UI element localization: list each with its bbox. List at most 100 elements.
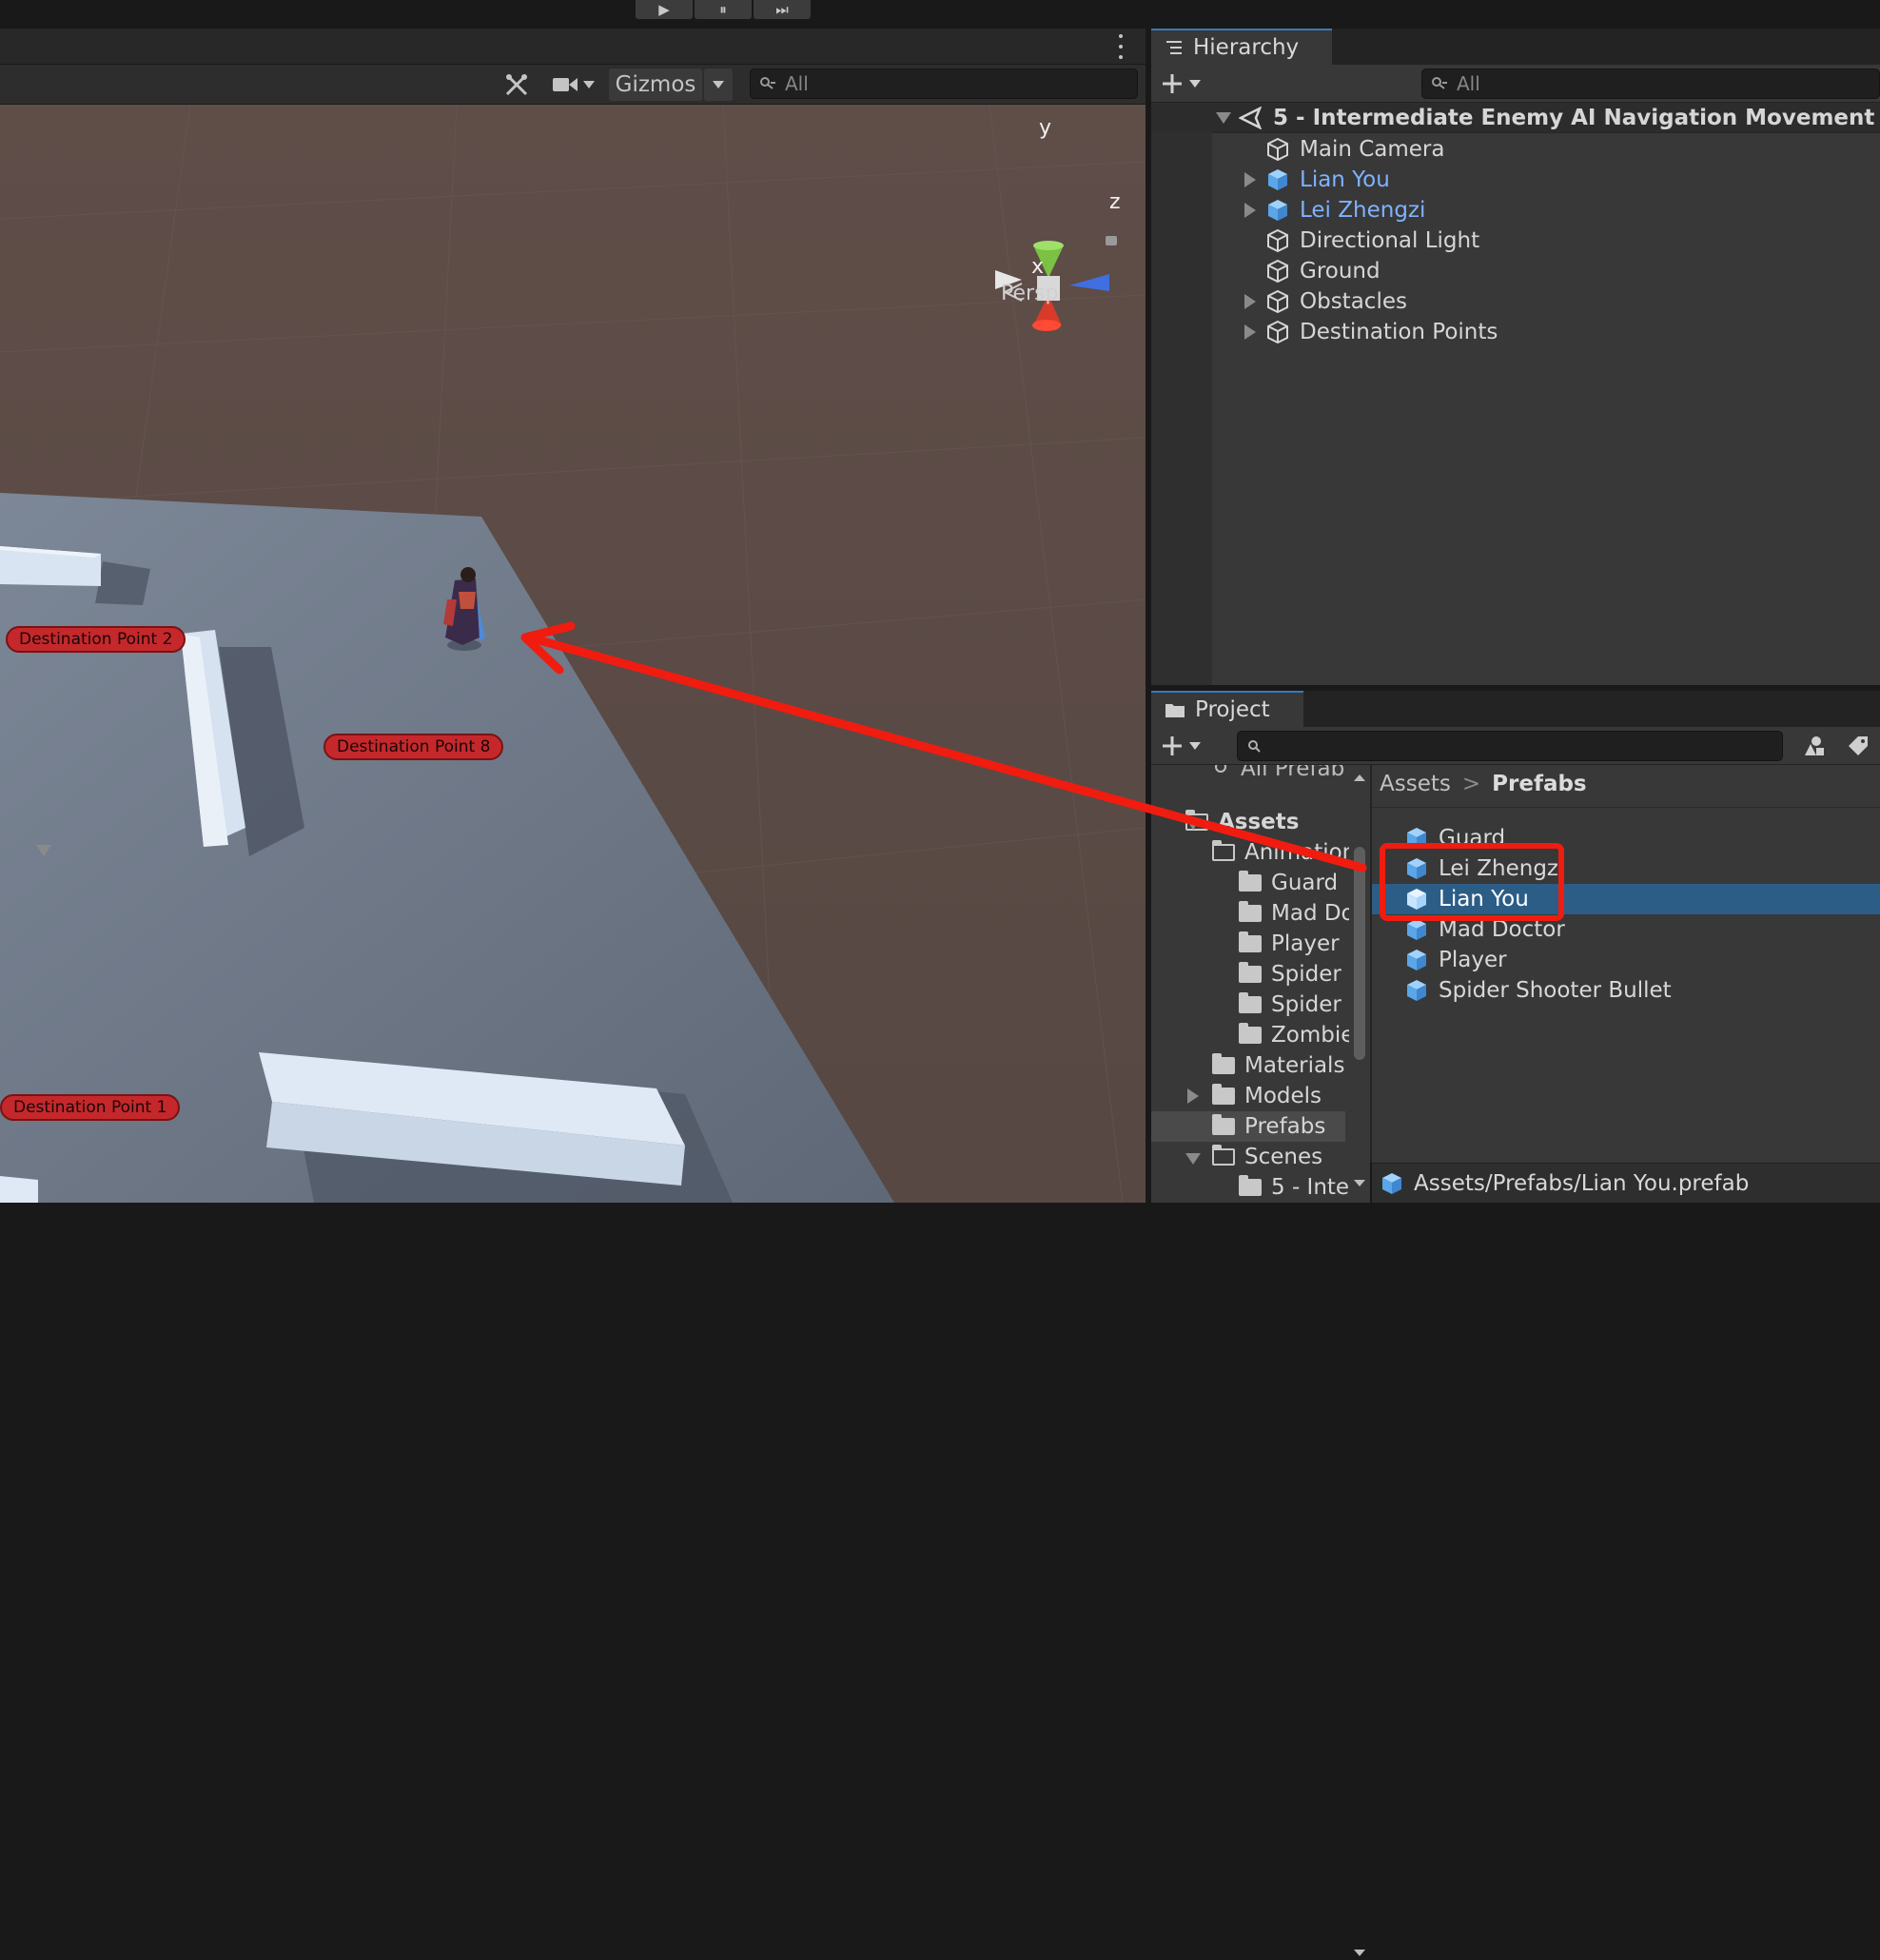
gizmos-button[interactable]: Gizmos xyxy=(609,69,702,101)
prefab-icon xyxy=(1407,950,1426,970)
folder-icon xyxy=(1212,1084,1235,1105)
hierarchy-item-ground[interactable]: Ground xyxy=(1265,256,1381,286)
expand-arrow-icon[interactable] xyxy=(1244,172,1256,187)
breadcrumb-assets[interactable]: Assets xyxy=(1380,772,1451,796)
expand-arrow-icon[interactable] xyxy=(1187,1088,1199,1104)
hierarchy-add-button[interactable] xyxy=(1161,70,1201,97)
pause-button[interactable]: ⏸ xyxy=(695,0,752,19)
tree-item-spider[interactable]: Spider xyxy=(1239,959,1341,990)
scene-tab-bar xyxy=(0,29,1146,65)
tree-scrollbar[interactable] xyxy=(1349,771,1370,1956)
hierarchy-scene-row[interactable]: 5 - Intermediate Enemy AI Navigation Mov… xyxy=(1151,103,1880,133)
folder-icon xyxy=(1239,1175,1262,1196)
gameobject-icon xyxy=(1267,289,1288,314)
search-icon xyxy=(1215,765,1226,773)
annotation-highlight-box xyxy=(1380,843,1564,921)
scene-name: 5 - Intermediate Enemy AI Navigation Mov… xyxy=(1273,106,1875,130)
tree-item-animation[interactable]: Animation xyxy=(1212,837,1356,868)
scene-render xyxy=(0,105,1146,1203)
tree-item-models[interactable]: Models xyxy=(1212,1081,1322,1111)
scene-search-placeholder: All xyxy=(785,72,809,95)
hierarchy-item-lei-zhengzi[interactable]: Lei Zhengzi xyxy=(1265,195,1425,225)
scene-viewport[interactable]: y z x Persp Destination Point 2 Destinat… xyxy=(0,105,1146,1203)
tree-item-scenes[interactable]: Scenes xyxy=(1212,1142,1322,1172)
hierarchy-gutter xyxy=(1151,131,1212,685)
destination-point-label[interactable]: Destination Point 2 xyxy=(6,626,186,653)
tab-project[interactable]: Project xyxy=(1151,691,1303,727)
destination-point-label[interactable]: Destination Point 1 xyxy=(0,1094,181,1121)
expand-arrow-icon[interactable] xyxy=(1244,324,1256,340)
expand-arrow-icon[interactable] xyxy=(1185,818,1201,830)
hierarchy-search-input[interactable]: All xyxy=(1421,69,1880,99)
asset-label: Player xyxy=(1439,948,1507,972)
hierarchy-item-label: Ground xyxy=(1300,259,1381,284)
folder-icon xyxy=(1212,1053,1235,1074)
asset-spider-shooter-bullet[interactable]: Spider Shooter Bullet xyxy=(1372,975,1880,1006)
tree-item-label: Scenes xyxy=(1244,1145,1323,1169)
chevron-down-icon xyxy=(583,81,595,88)
gameobject-icon xyxy=(1267,320,1288,344)
filter-by-label-button[interactable] xyxy=(1844,733,1872,759)
tools-icon xyxy=(505,73,528,96)
filter-by-type-button[interactable] xyxy=(1800,733,1829,759)
asset-player[interactable]: Player xyxy=(1372,945,1880,975)
axis-y-label: y xyxy=(1039,116,1052,140)
tree-item-guard[interactable]: Guard xyxy=(1239,868,1338,898)
tree-item-scene-5[interactable]: 5 - Inte xyxy=(1239,1172,1349,1203)
hierarchy-item-directional-light[interactable]: Directional Light xyxy=(1265,225,1479,256)
hierarchy-toolbar: All xyxy=(1151,65,1880,103)
tree-item-prefabs[interactable]: Prefabs xyxy=(1212,1111,1325,1142)
gameobject-icon xyxy=(1267,259,1288,284)
tree-item-label: Spider xyxy=(1271,992,1341,1017)
play-icon: ▶ xyxy=(658,1,670,18)
tree-item-all-prefab[interactable]: All Prefab xyxy=(1214,765,1344,784)
axis-z-label: z xyxy=(1109,190,1121,214)
tree-item-player[interactable]: Player xyxy=(1239,929,1340,959)
scroll-down-icon xyxy=(1354,1950,1365,1956)
asset-path-text: Assets/Prefabs/Lian You.prefab xyxy=(1414,1171,1750,1196)
tree-item-label: Mad Do xyxy=(1271,901,1355,926)
step-button[interactable]: ⏭ xyxy=(754,0,811,19)
destination-point-label[interactable]: Destination Point 8 xyxy=(323,734,504,760)
hierarchy-panel: 5 - Intermediate Enemy AI Navigation Mov… xyxy=(1151,103,1880,685)
search-icon xyxy=(1432,77,1447,89)
expand-arrow-icon[interactable] xyxy=(1244,294,1256,309)
project-add-button[interactable] xyxy=(1161,733,1201,759)
hierarchy-item-obstacles[interactable]: Obstacles xyxy=(1265,286,1407,317)
pause-icon: ⏸ xyxy=(719,1,727,18)
expand-arrow-icon[interactable] xyxy=(1244,203,1256,218)
tools-button[interactable] xyxy=(493,69,540,101)
tree-item-label: Models xyxy=(1244,1084,1322,1108)
hierarchy-search-placeholder: All xyxy=(1457,72,1480,95)
camera-button[interactable] xyxy=(546,69,601,101)
tree-item-spider[interactable]: Spider xyxy=(1239,990,1341,1020)
hierarchy-item-label: Obstacles xyxy=(1300,289,1407,314)
hierarchy-item-lian-you[interactable]: Lian You xyxy=(1265,165,1390,195)
tree-item-materials[interactable]: Materials xyxy=(1212,1050,1344,1081)
tree-scroll-down[interactable] xyxy=(1349,1176,1370,1195)
hierarchy-item-main-camera[interactable]: Main Camera xyxy=(1265,134,1444,165)
project-search-input[interactable] xyxy=(1237,731,1783,761)
hierarchy-item-destination-points[interactable]: Destination Points xyxy=(1265,317,1498,347)
tree-item-label: 5 - Inte xyxy=(1271,1175,1350,1200)
tree-item-label: Zombie xyxy=(1271,1023,1355,1048)
tree-item-zombie[interactable]: Zombie xyxy=(1239,1020,1354,1050)
breadcrumb-prefabs[interactable]: Prefabs xyxy=(1492,772,1586,796)
play-button[interactable]: ▶ xyxy=(636,0,693,19)
scene-search-input[interactable]: All xyxy=(750,69,1138,99)
top-toolbar: ▶ ⏸ ⏭ xyxy=(0,0,1880,29)
hierarchy-item-label: Destination Points xyxy=(1300,320,1498,344)
expand-arrow-icon[interactable] xyxy=(1185,1153,1201,1165)
tree-item-label: Materials xyxy=(1244,1053,1345,1078)
tree-item-assets[interactable]: Assets xyxy=(1185,807,1299,837)
expand-arrow-icon[interactable] xyxy=(1216,112,1231,124)
tree-item-mad-doctor[interactable]: Mad Do xyxy=(1239,898,1355,929)
project-tab-bar: Project xyxy=(1151,691,1880,727)
project-folder-tree: All Prefab Assets Animation Guard Mad Do… xyxy=(36,765,1370,1203)
tab-hierarchy[interactable]: Hierarchy xyxy=(1151,29,1332,65)
tree-scrollbar-thumb[interactable] xyxy=(1354,847,1365,1060)
more-options-icon[interactable] xyxy=(1113,34,1128,59)
gizmos-dropdown[interactable] xyxy=(704,69,733,101)
folder-icon xyxy=(1239,1023,1262,1044)
projection-toggle[interactable]: Persp xyxy=(1001,282,1059,305)
